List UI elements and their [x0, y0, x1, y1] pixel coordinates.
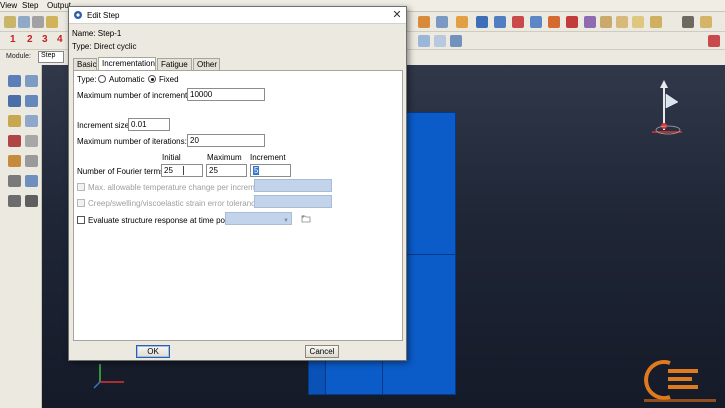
evaluate-response-checkbox[interactable] [77, 216, 85, 224]
create-time-points-icon[interactable] [301, 214, 311, 223]
view-front-icon[interactable] [600, 16, 612, 28]
evaluate-response-label[interactable]: Evaluate structure response at time poin… [88, 216, 240, 225]
cycle-view-icon[interactable] [584, 16, 596, 28]
fourier-increment-selection: 5 [253, 166, 260, 175]
zoom-box-icon[interactable] [436, 16, 448, 28]
step-number-1[interactable]: 1 [10, 34, 16, 45]
menu-view[interactable]: View [0, 1, 17, 10]
magnify-icon[interactable] [512, 16, 524, 28]
max-iterations-label: Maximum number of iterations: [77, 137, 187, 146]
zoom-icon[interactable] [530, 16, 542, 28]
module-label: Module: [6, 53, 31, 60]
view-back-icon[interactable] [616, 16, 628, 28]
fit-view-icon[interactable] [548, 16, 560, 28]
name-label: Name: Step-1 [72, 29, 122, 38]
dialog-title: Edit Step [87, 11, 120, 20]
coordinate-triad-icon [93, 364, 124, 389]
step-manager-icon[interactable] [25, 75, 38, 87]
tools-manager-icon[interactable] [25, 195, 38, 207]
radio-automatic[interactable] [98, 75, 106, 83]
fourier-increment-input[interactable]: 5 [250, 164, 291, 177]
time-points-select[interactable]: ▼ [225, 212, 292, 225]
radio-fixed-label[interactable]: Fixed [159, 75, 179, 84]
tab-other[interactable]: Other [193, 58, 220, 70]
increment-size-input[interactable]: 0.01 [128, 118, 170, 131]
create-step-icon[interactable] [8, 75, 21, 87]
cancel-button[interactable]: Cancel [305, 345, 339, 358]
max-iterations-input[interactable]: 20 [187, 134, 265, 147]
dialog-titlebar[interactable]: Edit Step ✕ [69, 7, 406, 24]
view-top-icon[interactable] [632, 16, 644, 28]
tab-incrementation[interactable]: Incrementation [98, 57, 156, 70]
adaptivity-manager-icon[interactable] [25, 135, 38, 147]
step-number-4[interactable]: 4 [57, 34, 63, 45]
creep-tolerance-input[interactable] [254, 195, 332, 208]
field-output-icon[interactable] [8, 95, 21, 107]
query-icon[interactable] [708, 35, 720, 47]
type-label: Type: Direct cyclic [72, 42, 137, 51]
chevron-down-icon: ▼ [283, 218, 289, 224]
watermark-logo [644, 360, 716, 402]
print-icon[interactable] [46, 16, 58, 28]
fourier-initial-input[interactable]: 25 [161, 164, 203, 177]
history-output-manager-icon[interactable] [25, 115, 38, 127]
render-hidden-icon[interactable] [434, 35, 446, 47]
max-temp-change-checkbox[interactable] [77, 183, 85, 191]
special-icon[interactable] [8, 175, 21, 187]
increment-size-label: Increment size: [77, 121, 132, 130]
text-cursor-icon [183, 166, 184, 175]
incrementation-panel: Type: Automatic Fixed Maximum number of … [73, 70, 403, 341]
close-icon[interactable]: ✕ [391, 9, 403, 21]
fourier-terms-label: Number of Fourier terms: [77, 167, 167, 176]
view-iso-icon[interactable] [650, 16, 662, 28]
step-number-3[interactable]: 3 [42, 34, 48, 45]
special-manager-icon[interactable] [25, 175, 38, 187]
step-number-2[interactable]: 2 [27, 34, 33, 45]
fourier-header-maximum: Maximum [207, 153, 242, 162]
abaqus-app-icon [74, 11, 82, 19]
fourier-header-initial: Initial [162, 153, 181, 162]
menu-step[interactable]: Step [22, 1, 38, 10]
creep-tolerance-checkbox[interactable] [77, 199, 85, 207]
fourier-header-increment: Increment [250, 153, 286, 162]
field-output-manager-icon[interactable] [25, 95, 38, 107]
tab-fatigue[interactable]: Fatigue [157, 58, 192, 70]
highlight-icon[interactable] [456, 16, 468, 28]
module-toolbox [0, 65, 42, 408]
pan-icon[interactable] [476, 16, 488, 28]
max-temp-change-input[interactable] [254, 179, 332, 192]
tab-basic[interactable]: Basic [73, 58, 97, 70]
step-type-value: Direct cyclic [93, 42, 137, 51]
history-output-icon[interactable] [8, 115, 21, 127]
creep-tolerance-label: Creep/swelling/viscoelastic strain error… [88, 199, 262, 208]
file-icon[interactable] [4, 16, 16, 28]
max-increments-label: Maximum number of increments: [77, 91, 194, 100]
toolbar-grip-icon [682, 16, 694, 28]
render-shaded-icon[interactable] [450, 35, 462, 47]
controls-manager-icon[interactable] [25, 155, 38, 167]
max-temp-change-label: Max. allowable temperature change per in… [88, 183, 269, 192]
save-icon[interactable] [32, 16, 44, 28]
view-arrows-icon[interactable] [566, 16, 578, 28]
controls-icon[interactable] [8, 155, 21, 167]
tools-icon[interactable] [8, 195, 21, 207]
fourier-maximum-input[interactable]: 25 [206, 164, 247, 177]
rotate-icon[interactable] [494, 16, 506, 28]
module-select[interactable]: Step [38, 51, 64, 63]
radio-fixed[interactable] [148, 75, 156, 83]
edit-step-dialog: Edit Step ✕ Name: Step-1 Type: Direct cy… [68, 6, 407, 361]
max-increments-input[interactable]: 10000 [187, 88, 265, 101]
render-style-icon[interactable] [700, 16, 712, 28]
step-name-value: Step-1 [97, 29, 122, 38]
boundary-condition-symbol-icon [652, 80, 682, 135]
radio-automatic-label[interactable]: Automatic [109, 75, 145, 84]
increment-type-label: Type: [77, 75, 97, 84]
open-icon[interactable] [18, 16, 30, 28]
render-wire-icon[interactable] [418, 35, 430, 47]
ok-button[interactable]: OK [136, 345, 170, 358]
adaptivity-icon[interactable] [8, 135, 21, 147]
select-icon[interactable] [418, 16, 430, 28]
